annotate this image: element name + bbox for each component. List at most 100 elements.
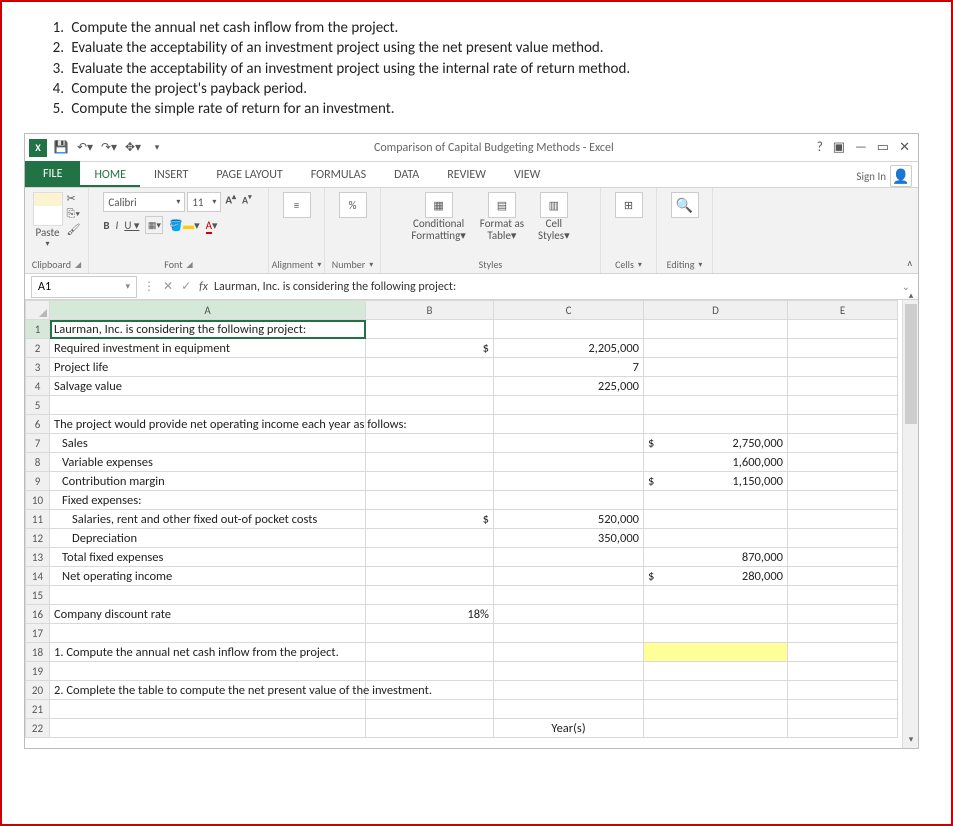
row-header[interactable]: 2 [26, 339, 50, 358]
cell-styles-button[interactable]: ▥ CellStyles▾ [538, 192, 570, 242]
tab-home[interactable]: HOME [80, 162, 140, 187]
cell[interactable]: 350,000 [494, 529, 644, 548]
conditional-formatting-button[interactable]: ▦ ConditionalFormatting▾ [411, 192, 465, 242]
cells-label[interactable]: Cells [615, 258, 634, 271]
col-header-b[interactable]: B [366, 301, 494, 320]
paste-icon[interactable] [33, 192, 63, 226]
scroll-down-icon[interactable]: ▾ [905, 734, 917, 746]
row-header[interactable]: 6 [26, 415, 50, 434]
find-icon[interactable]: 🔍 [671, 192, 699, 218]
fill-color-button[interactable]: 🪣▬▾ [169, 219, 199, 232]
format-as-table-button[interactable]: ▤ Format asTable▾ [480, 192, 524, 242]
row-header[interactable]: 10 [26, 491, 50, 510]
cells-icon[interactable]: ⊞ [615, 192, 643, 218]
row-header[interactable]: 15 [26, 586, 50, 605]
cell-highlight[interactable] [644, 643, 788, 662]
cell[interactable]: Variable expenses [50, 453, 366, 472]
row-header[interactable]: 20 [26, 681, 50, 700]
collapse-ribbon-icon[interactable]: ʌ [907, 256, 912, 269]
copy-icon[interactable]: ⎘▾ [67, 207, 81, 221]
row-header[interactable]: 8 [26, 453, 50, 472]
scroll-up-icon[interactable]: ▴ [905, 290, 917, 302]
cell[interactable]: Project life [50, 358, 366, 377]
cell[interactable]: 18% [366, 605, 494, 624]
alignment-label[interactable]: Alignment [272, 258, 314, 271]
row-header[interactable]: 16 [26, 605, 50, 624]
row-header[interactable]: 19 [26, 662, 50, 681]
tab-page-layout[interactable]: PAGE LAYOUT [202, 162, 296, 187]
row-header[interactable]: 9 [26, 472, 50, 491]
editing-label[interactable]: Editing [667, 258, 695, 271]
undo-icon[interactable]: ↶▾ [75, 138, 95, 158]
font-name-select[interactable]: Calibri▾ [103, 192, 185, 212]
name-box[interactable]: A1▾ [31, 276, 137, 298]
tab-review[interactable]: REVIEW [433, 162, 500, 187]
row-header[interactable]: 4 [26, 377, 50, 396]
tab-data[interactable]: DATA [380, 162, 433, 187]
fbar-enter-icon[interactable]: ✓ [181, 279, 191, 294]
cell[interactable]: 2. Complete the table to compute the net… [50, 681, 366, 700]
cell[interactable]: 225,000 [494, 377, 644, 396]
row-header[interactable]: 18 [26, 643, 50, 662]
cell[interactable]: $1,150,000 [644, 472, 788, 491]
select-all-corner[interactable] [26, 301, 50, 320]
cell[interactable]: Salaries, rent and other fixed out-of po… [50, 510, 366, 529]
row-header[interactable]: 11 [26, 510, 50, 529]
cell[interactable]: Salvage value [50, 377, 366, 396]
row-header[interactable]: 14 [26, 567, 50, 586]
fbar-more-icon[interactable]: ⋮ [143, 279, 155, 294]
paste-button[interactable]: Paste [33, 226, 63, 239]
row-header[interactable]: 17 [26, 624, 50, 643]
cell[interactable]: Required investment in equipment [50, 339, 366, 358]
row-header[interactable]: 21 [26, 700, 50, 719]
cell[interactable]: Company discount rate [50, 605, 366, 624]
fx-icon[interactable]: fx [199, 280, 208, 294]
font-color-button[interactable]: A▾ [206, 219, 218, 232]
italic-button[interactable]: I [116, 219, 119, 232]
cell[interactable]: Net operating income [50, 567, 366, 586]
cell[interactable]: Fixed expenses: [50, 491, 366, 510]
alignment-icon[interactable]: ≡ [283, 192, 311, 218]
font-size-select[interactable]: 11▾ [187, 192, 221, 212]
qat-customize-icon[interactable]: ▾ [147, 138, 167, 158]
cell[interactable]: $ [366, 510, 494, 529]
cell[interactable]: 1. Compute the annual net cash inflow fr… [50, 643, 366, 662]
maximize-icon[interactable]: ▭ [877, 140, 889, 155]
col-header-e[interactable]: E [788, 301, 898, 320]
cell[interactable]: Contribution margin [50, 472, 366, 491]
close-icon[interactable]: ✕ [899, 140, 910, 155]
cell[interactable]: 2,205,000 [494, 339, 644, 358]
scroll-thumb[interactable] [905, 304, 917, 424]
cell[interactable]: $280,000 [644, 567, 788, 586]
vertical-scrollbar[interactable]: ▴ ▾ [902, 300, 918, 748]
redo-icon[interactable]: ↷▾ [99, 138, 119, 158]
number-label[interactable]: Number [332, 258, 365, 271]
tab-formulas[interactable]: FORMULAS [297, 162, 380, 187]
save-icon[interactable]: 💾 [51, 138, 71, 158]
grow-font-icon[interactable]: A▴ [223, 192, 238, 212]
row-header[interactable]: 7 [26, 434, 50, 453]
number-format-icon[interactable]: % [339, 192, 367, 218]
touch-mode-icon[interactable]: ✥▾ [123, 138, 143, 158]
tab-insert[interactable]: INSERT [140, 162, 202, 187]
cell[interactable]: 1,600,000 [644, 453, 788, 472]
cell[interactable]: 7 [494, 358, 644, 377]
cell[interactable]: $2,750,000 [644, 434, 788, 453]
minimize-icon[interactable]: — [855, 140, 867, 155]
worksheet-grid[interactable]: A B C D E 1Laurman, Inc. is considering … [25, 300, 918, 748]
col-header-a[interactable]: A [50, 301, 366, 320]
col-header-c[interactable]: C [494, 301, 644, 320]
underline-button[interactable]: U ▾ [124, 219, 139, 232]
row-header[interactable]: 1 [26, 320, 50, 339]
row-header[interactable]: 5 [26, 396, 50, 415]
cell[interactable]: Year(s) [494, 719, 644, 738]
cell[interactable]: 520,000 [494, 510, 644, 529]
format-painter-icon[interactable]: 🖌 [67, 223, 81, 236]
tab-view[interactable]: VIEW [500, 162, 554, 187]
sign-in[interactable]: Sign In👤 [856, 165, 918, 187]
cut-icon[interactable]: ✂ [67, 192, 81, 205]
cell[interactable]: Total fixed expenses [50, 548, 366, 567]
bold-button[interactable]: B [103, 219, 109, 232]
tab-file[interactable]: FILE [25, 161, 80, 187]
row-header[interactable]: 3 [26, 358, 50, 377]
